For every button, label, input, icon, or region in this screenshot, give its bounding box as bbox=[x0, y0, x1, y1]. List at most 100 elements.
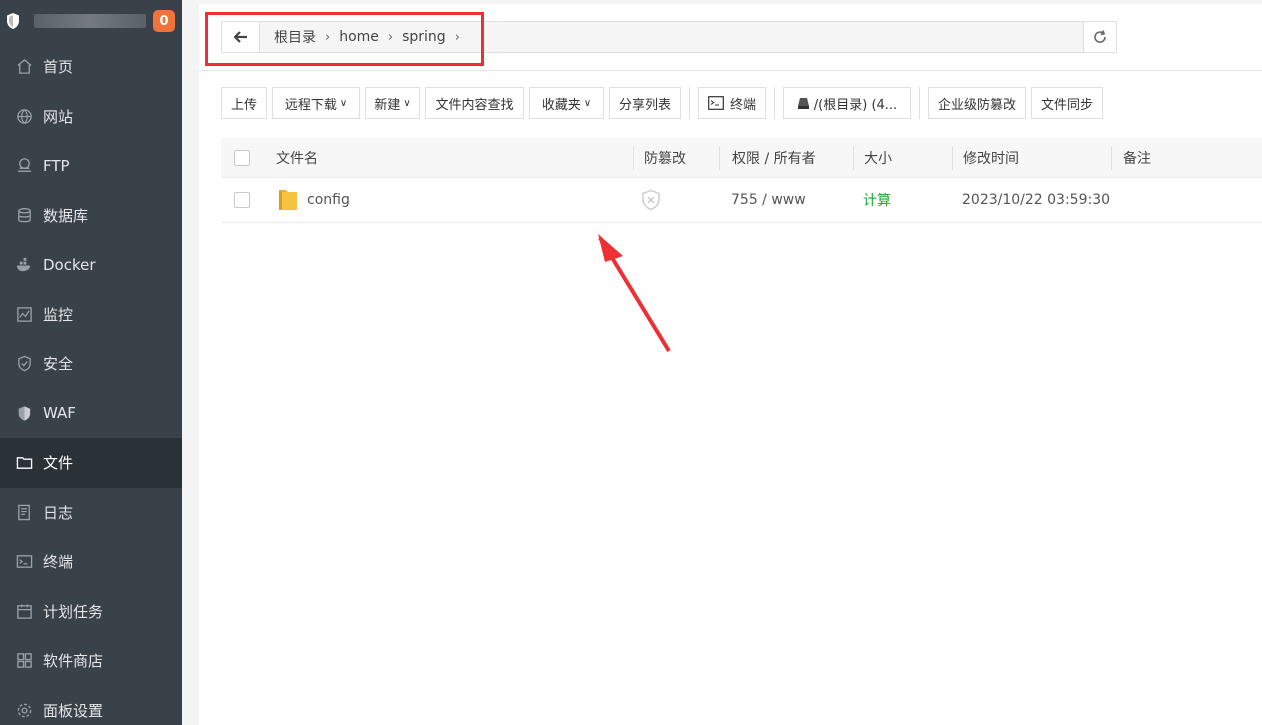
notification-badge[interactable]: 0 bbox=[153, 10, 175, 32]
sidebar-item-docker[interactable]: Docker bbox=[0, 240, 182, 290]
header-tamper[interactable]: 防篡改 bbox=[644, 138, 686, 177]
sidebar-item-waf[interactable]: WAF bbox=[0, 389, 182, 439]
annotation-arrow bbox=[598, 234, 671, 353]
tamper-proof-button[interactable]: 企业级防篡改 bbox=[928, 87, 1026, 119]
upload-button[interactable]: 上传 bbox=[221, 87, 267, 119]
column-divider bbox=[853, 146, 854, 170]
sidebar-item-label: 监控 bbox=[43, 305, 74, 324]
sidebar-item-label: 网站 bbox=[43, 107, 74, 126]
globe-icon bbox=[15, 107, 33, 125]
tamper-proof-label: 企业级防篡改 bbox=[937, 97, 1016, 113]
file-sync-button[interactable]: 文件同步 bbox=[1031, 87, 1103, 119]
column-divider bbox=[952, 146, 953, 170]
sidebar-item-home[interactable]: 首页 bbox=[0, 42, 182, 92]
divider bbox=[199, 70, 1262, 71]
log-icon bbox=[15, 503, 33, 521]
terminal-icon bbox=[708, 96, 724, 110]
favorites-button[interactable]: 收藏夹 ∨ bbox=[529, 87, 604, 119]
header-modified[interactable]: 修改时间 bbox=[963, 138, 1019, 177]
shield-x-icon bbox=[642, 189, 660, 211]
column-divider bbox=[633, 146, 634, 170]
content-search-button[interactable]: 文件内容查找 bbox=[425, 87, 524, 119]
sidebar-item-label: 终端 bbox=[43, 553, 74, 572]
terminal-button[interactable]: 终端 bbox=[698, 87, 766, 119]
toolbar: 上传 远程下载 ∨ 新建 ∨ 文件内容查找 收藏夹 ∨ 分享列表 终端 /(根目录) … bbox=[221, 87, 1108, 119]
toolbar-divider bbox=[689, 87, 690, 119]
tamper-status-cell[interactable] bbox=[641, 178, 661, 222]
select-all-checkbox-cell bbox=[234, 138, 250, 177]
sidebar-item-cron[interactable]: 计划任务 bbox=[0, 587, 182, 637]
monitor-icon bbox=[15, 305, 33, 323]
highlight-box bbox=[205, 12, 484, 66]
header-name[interactable]: 文件名 bbox=[276, 138, 318, 177]
new-button[interactable]: 新建 ∨ bbox=[365, 87, 420, 119]
table-header: 文件名 防篡改 权限 / 所有者 大小 修改时间 备注 bbox=[221, 138, 1262, 178]
file-name[interactable]: config bbox=[307, 192, 350, 208]
home-icon bbox=[15, 58, 33, 76]
sidebar-item-monitor[interactable]: 监控 bbox=[0, 290, 182, 340]
logo-shield-icon bbox=[7, 13, 19, 29]
sidebar-item-ftp[interactable]: FTP bbox=[0, 141, 182, 191]
sidebar-item-app-store[interactable]: 软件商店 bbox=[0, 636, 182, 686]
modified-time-cell: 2023/10/22 03:59:30 bbox=[962, 192, 1111, 208]
header-permission[interactable]: 权限 / 所有者 bbox=[732, 138, 816, 177]
permission-cell[interactable]: 755 / www bbox=[731, 178, 806, 222]
toolbar-divider bbox=[919, 87, 920, 119]
chevron-down-icon: ∨ bbox=[583, 97, 592, 109]
content-search-label: 文件内容查找 bbox=[435, 97, 514, 113]
file-sync-label: 文件同步 bbox=[1040, 97, 1093, 113]
row-checkbox[interactable] bbox=[234, 192, 250, 208]
column-divider bbox=[1111, 146, 1112, 170]
row-checkbox-cell bbox=[234, 178, 250, 222]
sidebar-item-label: 计划任务 bbox=[43, 602, 104, 621]
remote-download-button[interactable]: 远程下载 ∨ bbox=[272, 87, 360, 119]
file-name-cell[interactable]: config bbox=[277, 178, 350, 222]
size-calculate-link[interactable]: 计算 bbox=[863, 178, 891, 222]
sidebar-item-website[interactable]: 网站 bbox=[0, 92, 182, 142]
sidebar-item-files[interactable]: 文件 bbox=[0, 438, 182, 488]
sidebar-item-label: FTP bbox=[43, 156, 70, 175]
calendar-icon bbox=[15, 602, 33, 620]
sidebar-item-label: 安全 bbox=[43, 355, 74, 374]
sidebar-item-label: Docker bbox=[43, 255, 96, 274]
database-icon bbox=[15, 206, 33, 224]
terminal-icon bbox=[15, 553, 33, 571]
ftp-icon bbox=[15, 157, 33, 175]
server-name-blurred bbox=[34, 14, 146, 28]
folder-icon bbox=[279, 190, 297, 210]
folder-icon bbox=[15, 454, 33, 472]
grid-icon bbox=[15, 652, 33, 670]
sidebar-item-label: WAF bbox=[43, 404, 76, 423]
top-strip bbox=[199, 0, 1262, 4]
sidebar-item-security[interactable]: 安全 bbox=[0, 339, 182, 389]
sidebar-item-label: 文件 bbox=[43, 454, 74, 473]
sidebar-item-label: 首页 bbox=[43, 58, 74, 77]
disk-button[interactable]: /(根目录) (4... bbox=[783, 87, 911, 119]
terminal-label: 终端 bbox=[729, 97, 756, 113]
table-row[interactable]: config 755 / www 计算 2023/10/22 03:59:30 bbox=[221, 178, 1262, 223]
select-all-checkbox[interactable] bbox=[234, 149, 250, 166]
refresh-button[interactable] bbox=[1083, 22, 1116, 52]
chevron-down-icon: ∨ bbox=[339, 97, 348, 109]
gear-icon bbox=[15, 701, 33, 719]
main-content: 根目录 › home › spring › 上传 远程下载 ∨ 新建 ∨ 文件内容查… bbox=[199, 0, 1262, 725]
file-table: 文件名 防篡改 权限 / 所有者 大小 修改时间 备注 config 755 /… bbox=[221, 138, 1262, 223]
sidebar-item-label: 软件商店 bbox=[43, 652, 104, 671]
share-list-label: 分享列表 bbox=[618, 97, 671, 113]
sidebar-item-terminal[interactable]: 终端 bbox=[0, 537, 182, 587]
header-note[interactable]: 备注 bbox=[1123, 138, 1151, 177]
toolbar-divider bbox=[774, 87, 775, 119]
chevron-down-icon: ∨ bbox=[403, 97, 411, 109]
share-list-button[interactable]: 分享列表 bbox=[609, 87, 681, 119]
sidebar-item-settings[interactable]: 面板设置 bbox=[0, 686, 182, 725]
sidebar-item-label: 日志 bbox=[43, 503, 74, 522]
header-size[interactable]: 大小 bbox=[864, 138, 892, 177]
sidebar-item-logs[interactable]: 日志 bbox=[0, 488, 182, 538]
waf-shield-icon bbox=[15, 404, 33, 422]
column-divider bbox=[719, 146, 720, 170]
sidebar-item-database[interactable]: 数据库 bbox=[0, 191, 182, 241]
disk-label: /(根目录) (4... bbox=[813, 97, 898, 113]
sidebar-header: 0 bbox=[0, 0, 182, 42]
upload-label: 上传 bbox=[230, 97, 257, 113]
hdd-icon bbox=[797, 97, 809, 109]
